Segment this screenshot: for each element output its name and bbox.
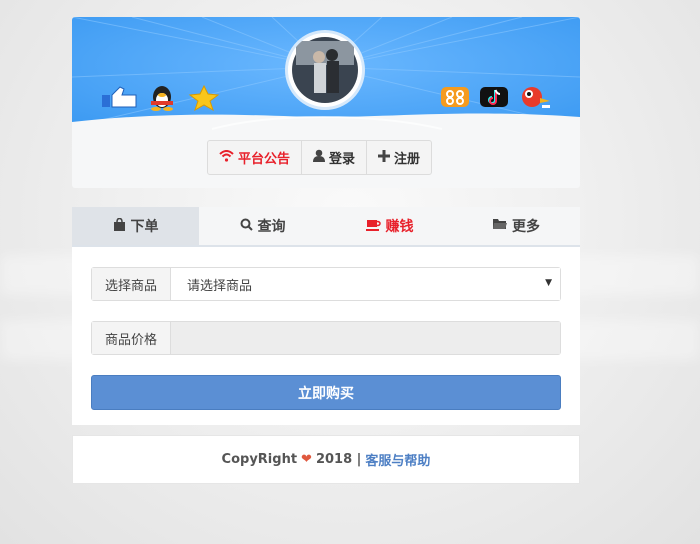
tab-earn[interactable]: 赚钱 — [326, 207, 453, 245]
price-field — [171, 322, 560, 354]
chevron-down-icon: ▼ — [545, 278, 552, 288]
tab-order-label: 下单 — [130, 219, 159, 235]
copyright-text: CopyRight — [221, 452, 298, 467]
thumbs-up-icon — [102, 85, 138, 113]
tab-more[interactable]: 更多 — [453, 207, 580, 245]
buy-now-button[interactable]: 立即购买 — [91, 375, 561, 410]
tab-more-label: 更多 — [512, 219, 540, 235]
announcement-button[interactable]: 平台公告 — [208, 141, 303, 174]
copyright-year: 2018 | — [315, 452, 362, 467]
order-form: 选择商品 请选择商品 ▼ 商品价格 立即购买 — [72, 247, 580, 410]
price-label: 商品价格 — [92, 322, 171, 354]
tab-query-label: 查询 — [257, 219, 286, 235]
login-button[interactable]: 登录 — [302, 141, 368, 174]
qq-penguin-icon — [148, 85, 176, 115]
app-logo-icon — [441, 85, 469, 113]
coffee-icon — [365, 218, 381, 235]
product-select-row: 选择商品 请选择商品 ▼ — [91, 267, 561, 301]
product-select-value: 请选择商品 — [187, 278, 253, 294]
footer: CopyRight ❤ 2018 | 客服与帮助 — [72, 435, 580, 484]
plus-icon — [378, 149, 391, 166]
header-card: 平台公告 登录 注册 — [72, 17, 580, 188]
star-icon — [188, 84, 220, 115]
wifi-icon — [219, 149, 234, 166]
tab-earn-label: 赚钱 — [385, 219, 414, 235]
buy-now-label: 立即购买 — [298, 385, 354, 402]
register-label: 注册 — [394, 152, 421, 167]
register-button[interactable]: 注册 — [367, 141, 431, 174]
announcement-label: 平台公告 — [238, 152, 291, 167]
tab-order[interactable]: 下单 — [72, 207, 199, 245]
user-icon — [313, 149, 326, 166]
heart-icon: ❤ — [301, 452, 312, 467]
product-select[interactable]: 请选择商品 ▼ — [171, 268, 560, 300]
price-row: 商品价格 — [91, 321, 561, 355]
avatar[interactable] — [288, 33, 362, 107]
header-button-group: 平台公告 登录 注册 — [207, 140, 433, 175]
help-link[interactable]: 客服与帮助 — [365, 450, 430, 469]
folder-icon — [493, 218, 507, 234]
bag-icon — [113, 217, 126, 235]
bird-icon — [518, 85, 552, 115]
search-icon — [240, 218, 253, 235]
login-label: 登录 — [329, 152, 356, 167]
tab-bar: 下单 查询 赚钱 更多 — [72, 207, 580, 247]
tiktok-icon — [480, 85, 508, 113]
tab-query[interactable]: 查询 — [199, 207, 326, 245]
order-card: 下单 查询 赚钱 更多 选择商品 请选择商品 ▼ 商品价格 立即购买 — [72, 207, 580, 425]
product-select-label: 选择商品 — [92, 268, 171, 300]
